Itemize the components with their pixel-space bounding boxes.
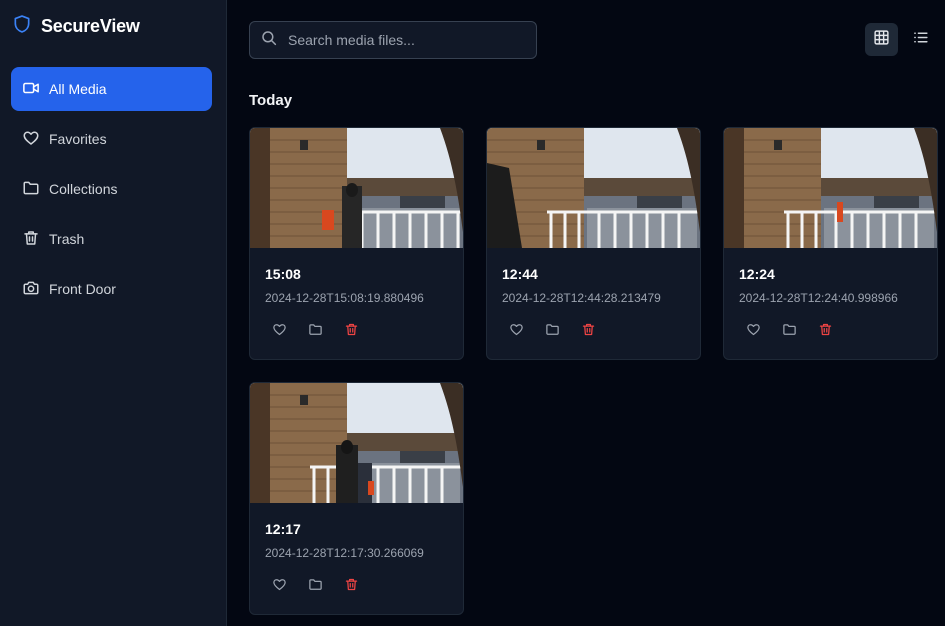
sidebar-item-front-door[interactable]: Front Door — [11, 267, 212, 311]
favorite-button[interactable] — [270, 578, 288, 596]
folder-icon — [545, 322, 560, 342]
media-timestamp: 2024-12-28T12:17:30.266069 — [265, 546, 424, 560]
app-title: SecureView — [41, 15, 140, 36]
media-thumbnail[interactable] — [724, 128, 937, 248]
app-window: SecureView All Media Favorites Collectio… — [0, 0, 945, 626]
search-icon — [260, 29, 278, 52]
folder-icon — [308, 322, 323, 342]
media-time: 12:44 — [502, 266, 538, 282]
sidebar-item-label: Favorites — [49, 131, 107, 147]
shield-icon — [12, 13, 32, 40]
favorite-button[interactable] — [744, 323, 762, 341]
brand: SecureView — [12, 14, 140, 38]
media-time: 12:17 — [265, 521, 301, 537]
sidebar-nav: All Media Favorites Collections Trash Fr… — [11, 67, 212, 317]
media-thumbnail[interactable] — [487, 128, 700, 248]
grid-icon — [873, 29, 890, 51]
media-card[interactable]: 12:24 2024-12-28T12:24:40.998966 — [723, 127, 938, 360]
media-card[interactable]: 12:44 2024-12-28T12:44:28.213479 — [486, 127, 701, 360]
heart-icon — [272, 322, 287, 342]
heart-icon — [509, 322, 524, 342]
main-content: Today — [227, 0, 945, 626]
list-view-button[interactable] — [904, 23, 937, 56]
media-timestamp: 2024-12-28T12:44:28.213479 — [502, 291, 661, 305]
sidebar: SecureView All Media Favorites Collectio… — [0, 0, 227, 626]
sidebar-item-label: All Media — [49, 81, 107, 97]
media-card[interactable]: 12:17 2024-12-28T12:17:30.266069 — [249, 382, 464, 615]
trash-icon — [344, 577, 359, 597]
delete-button[interactable] — [579, 323, 597, 341]
sidebar-item-label: Front Door — [49, 281, 116, 297]
video-icon — [22, 79, 40, 100]
media-thumbnail[interactable] — [250, 383, 463, 503]
grid-view-button[interactable] — [865, 23, 898, 56]
card-actions — [270, 323, 360, 341]
card-actions — [744, 323, 834, 341]
delete-button[interactable] — [342, 578, 360, 596]
media-timestamp: 2024-12-28T12:24:40.998966 — [739, 291, 898, 305]
add-to-collection-button[interactable] — [543, 323, 561, 341]
search-box[interactable] — [249, 21, 537, 59]
list-icon — [912, 29, 929, 51]
trash-icon — [818, 322, 833, 342]
add-to-collection-button[interactable] — [306, 323, 324, 341]
trash-icon — [22, 229, 40, 250]
add-to-collection-button[interactable] — [780, 323, 798, 341]
card-actions — [507, 323, 597, 341]
trash-icon — [344, 322, 359, 342]
heart-icon — [22, 129, 40, 150]
sidebar-item-favorites[interactable]: Favorites — [11, 117, 212, 161]
add-to-collection-button[interactable] — [306, 578, 324, 596]
media-grid: 15:08 2024-12-28T15:08:19.880496 12:44 2… — [249, 127, 938, 615]
card-actions — [270, 578, 360, 596]
heart-icon — [746, 322, 761, 342]
sidebar-item-label: Trash — [49, 231, 85, 247]
sidebar-item-trash[interactable]: Trash — [11, 217, 212, 261]
media-time: 12:24 — [739, 266, 775, 282]
heart-icon — [272, 577, 287, 597]
favorite-button[interactable] — [270, 323, 288, 341]
section-title: Today — [249, 92, 293, 109]
media-time: 15:08 — [265, 266, 301, 282]
sidebar-item-all-media[interactable]: All Media — [11, 67, 212, 111]
media-timestamp: 2024-12-28T15:08:19.880496 — [265, 291, 424, 305]
delete-button[interactable] — [342, 323, 360, 341]
folder-icon — [22, 179, 40, 200]
media-thumbnail[interactable] — [250, 128, 463, 248]
favorite-button[interactable] — [507, 323, 525, 341]
search-input[interactable] — [286, 31, 526, 49]
view-toggle — [865, 23, 937, 56]
sidebar-item-label: Collections — [49, 181, 118, 197]
delete-button[interactable] — [816, 323, 834, 341]
media-card[interactable]: 15:08 2024-12-28T15:08:19.880496 — [249, 127, 464, 360]
folder-icon — [308, 577, 323, 597]
camera-icon — [22, 279, 40, 300]
folder-icon — [782, 322, 797, 342]
trash-icon — [581, 322, 596, 342]
sidebar-item-collections[interactable]: Collections — [11, 167, 212, 211]
